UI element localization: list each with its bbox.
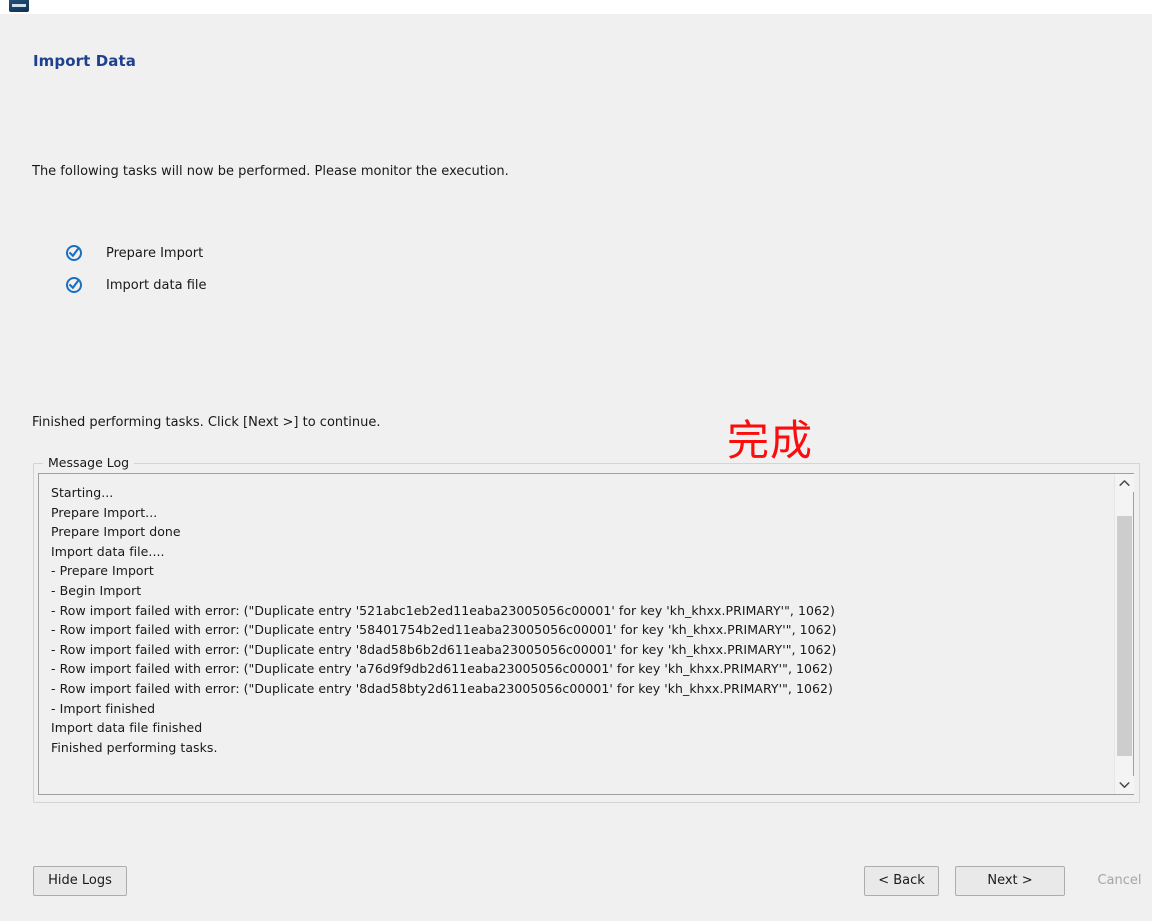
message-log-groupbox: Message Log Starting... Prepare Import..… [33,455,1140,803]
chevron-down-icon [1119,781,1130,789]
cancel-button: Cancel [1082,866,1152,896]
log-line: - Prepare Import [51,563,154,579]
window-title-bar [0,0,1152,14]
log-line: Prepare Import done [51,524,181,540]
status-line: Finished performing tasks. Click [Next >… [32,415,381,430]
message-log-content[interactable]: Starting... Prepare Import... Prepare Im… [39,474,1114,794]
app-icon [9,0,29,12]
log-line: Finished performing tasks. [51,739,218,755]
log-line: - Row import failed with error: ("Duplic… [51,641,837,657]
task-label: Import data file [106,277,207,293]
scroll-down-button[interactable] [1115,776,1134,794]
task-list: Prepare Import Import data file [66,237,207,301]
message-log-label: Message Log [43,455,135,470]
scrollbar-thumb[interactable] [1117,516,1132,756]
log-line: Prepare Import... [51,504,158,520]
next-button[interactable]: Next > [955,866,1065,896]
scroll-up-button[interactable] [1115,474,1134,492]
log-line: - Import finished [51,700,156,716]
back-button[interactable]: < Back [864,866,939,896]
check-circle-icon [66,277,82,293]
log-line: Import data file.... [51,543,165,559]
log-line: - Row import failed with error: ("Duplic… [51,661,833,677]
log-line: - Row import failed with error: ("Duplic… [51,622,837,638]
message-log-scrollbar[interactable] [1114,474,1134,794]
message-log-frame: Starting... Prepare Import... Prepare Im… [38,473,1134,795]
log-line: - Row import failed with error: ("Duplic… [51,680,833,696]
hide-logs-button[interactable]: Hide Logs [33,866,127,896]
log-line: - Row import failed with error: ("Duplic… [51,602,835,618]
log-line: Starting... [51,485,114,500]
check-circle-icon [66,245,82,261]
log-line: Import data file finished [51,720,203,736]
task-row: Prepare Import [66,237,207,269]
task-row: Import data file [66,269,207,301]
chevron-up-icon [1119,479,1130,487]
task-label: Prepare Import [106,245,204,261]
scrollbar-track[interactable] [1115,492,1133,776]
log-line: - Begin Import [51,582,142,598]
page-title: Import Data [33,52,137,70]
import-data-wizard-page: Import Data The following tasks will now… [0,14,1152,921]
intro-text: The following tasks will now be performe… [32,164,509,179]
